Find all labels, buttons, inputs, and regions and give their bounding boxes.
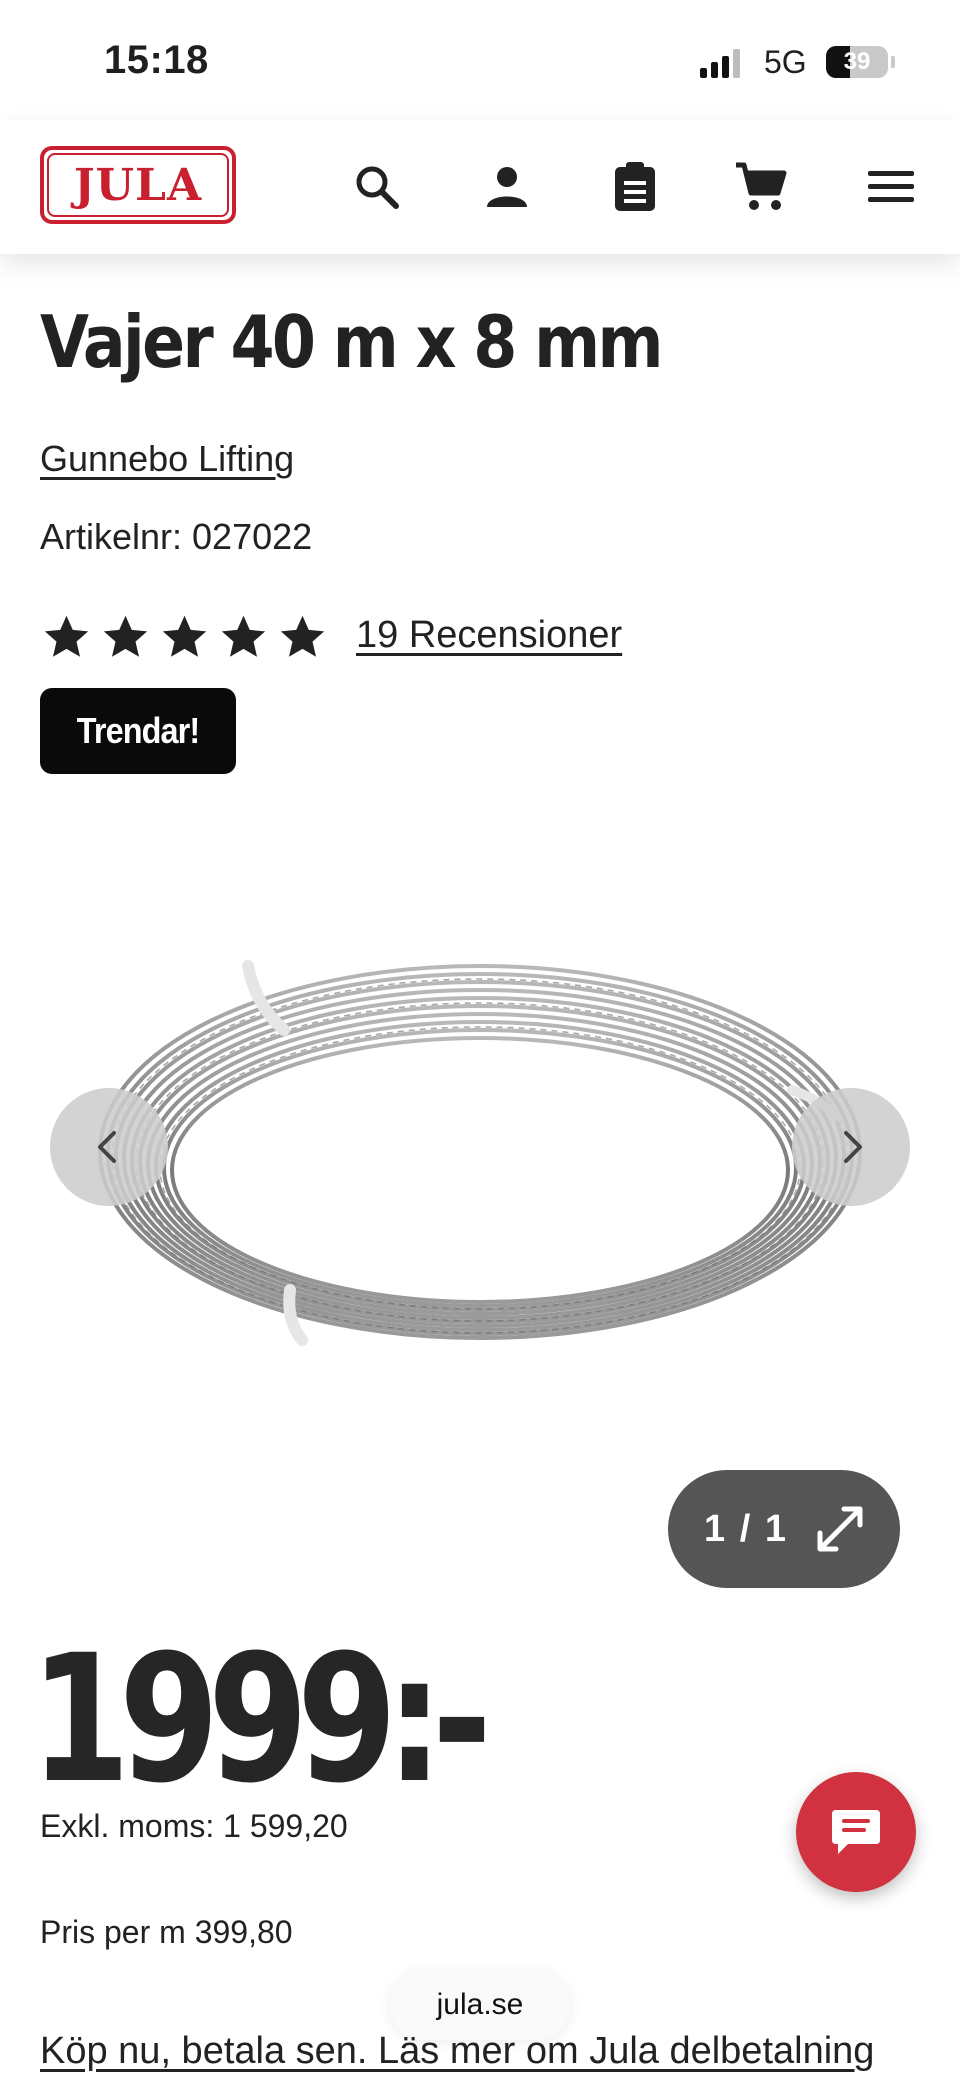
price-excl-vat: Exkl. moms: 1 599,20 [40,1808,348,1844]
brand-link[interactable]: Gunnebo Lifting [40,438,294,480]
chat-icon [832,1810,880,1854]
battery-icon: 39 [826,46,888,78]
image-counter: 1 / 1 [704,1507,788,1550]
star-icon [280,615,325,657]
logo-frame: JULA [47,153,229,217]
battery-level: 39 [843,48,871,75]
status-time: 15:18 [104,38,209,82]
network-type: 5G [764,44,807,80]
star-icon [162,615,207,657]
price-per-meter: Pris per m 399,80 [40,1914,293,1950]
chevron-left-icon [98,1131,116,1163]
status-bar: 15:18 5G 39 [0,0,960,120]
product-image[interactable] [80,910,880,1390]
product-gallery: 1 / 1 [0,800,960,1600]
user-icon[interactable] [478,158,536,216]
next-image-button[interactable] [792,1088,910,1206]
rating-stars[interactable] [40,612,329,662]
cart-icon[interactable] [732,158,790,216]
menu-icon[interactable] [862,158,920,216]
financing-link[interactable]: Köp nu, betala sen. Läs mer om Jula delb… [40,2030,874,2073]
search-icon[interactable] [348,158,406,216]
expand-icon [817,1506,863,1552]
jula-logo[interactable]: JULA [40,146,236,224]
star-icon [103,615,148,657]
product-title: Vajer 40 m x 8 mm [40,300,664,384]
signal-icon [700,48,740,78]
fullscreen-gallery-button[interactable]: 1 / 1 [668,1470,900,1588]
site-header: JULA [0,120,960,254]
trending-badge: Trendar! [40,688,236,774]
chat-button[interactable] [796,1772,916,1892]
clipboard-icon[interactable] [606,158,664,216]
battery-tip [891,56,895,68]
article-number: Artikelnr: 027022 [40,516,313,557]
previous-image-button[interactable] [50,1088,168,1206]
star-icon [221,615,266,657]
reviews-link[interactable]: 19 Recensioner [356,614,622,657]
badge-label: Trendar! [76,710,200,751]
chevron-right-icon [844,1131,862,1163]
product-price: 1999:- [30,1617,492,1822]
logo-text: JULA [73,159,203,211]
url-text: jula.se [436,1988,524,2021]
star-icon [44,615,89,657]
